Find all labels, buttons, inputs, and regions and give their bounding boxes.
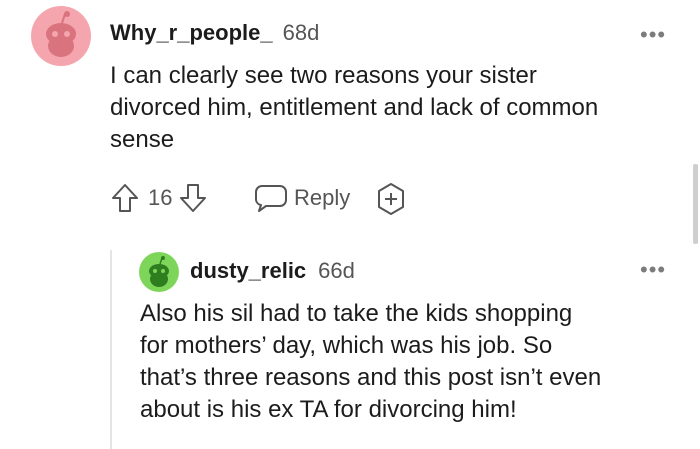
comment-body: I can clearly see two reasons your siste… [110, 60, 680, 156]
comment-line: divorced him, entitlement and lack of co… [110, 94, 599, 121]
reply-header: dusty_relic 66d [190, 258, 355, 284]
vote-count: 16 [148, 185, 173, 210]
reply-body: Also his sil had to take the kids shoppi… [140, 298, 680, 426]
reply-line: about is his ex TA for divorcing him! [140, 396, 517, 423]
comment-line: I can clearly see two reasons your siste… [110, 62, 537, 89]
comment-line: sense [110, 126, 175, 153]
scrollbar-thumb[interactable] [693, 164, 698, 244]
thread-line[interactable] [110, 250, 112, 449]
upvote-icon[interactable] [110, 182, 140, 214]
reply-label: Reply [294, 185, 351, 210]
action-bar: 16 [110, 180, 208, 216]
reply-line: Also his sil had to take the kids shoppi… [140, 300, 573, 327]
reply-line: for mothers’ day, which was his job. So [140, 332, 553, 359]
username[interactable]: Why_r_people_ [110, 20, 273, 46]
avatar[interactable] [139, 252, 179, 292]
snoo-avatar-icon [46, 11, 76, 57]
avatar[interactable] [31, 6, 91, 66]
snoo-avatar-icon [149, 256, 169, 287]
award-plus-icon [378, 183, 404, 215]
comment-header: Why_r_people_ 68d [110, 20, 319, 46]
more-options-button[interactable]: ••• [640, 259, 666, 281]
username[interactable]: dusty_relic [190, 258, 306, 284]
reply-line: that’s three reasons and this post isn’t… [140, 364, 602, 391]
reply-button[interactable]: Reply [254, 180, 350, 216]
downvote-icon[interactable] [178, 182, 208, 214]
comment-age: 68d [282, 20, 320, 45]
comment-bubble-icon [255, 185, 287, 212]
more-options-button[interactable]: ••• [640, 24, 666, 46]
award-button[interactable] [374, 182, 408, 221]
reply-age: 66d [318, 258, 355, 283]
